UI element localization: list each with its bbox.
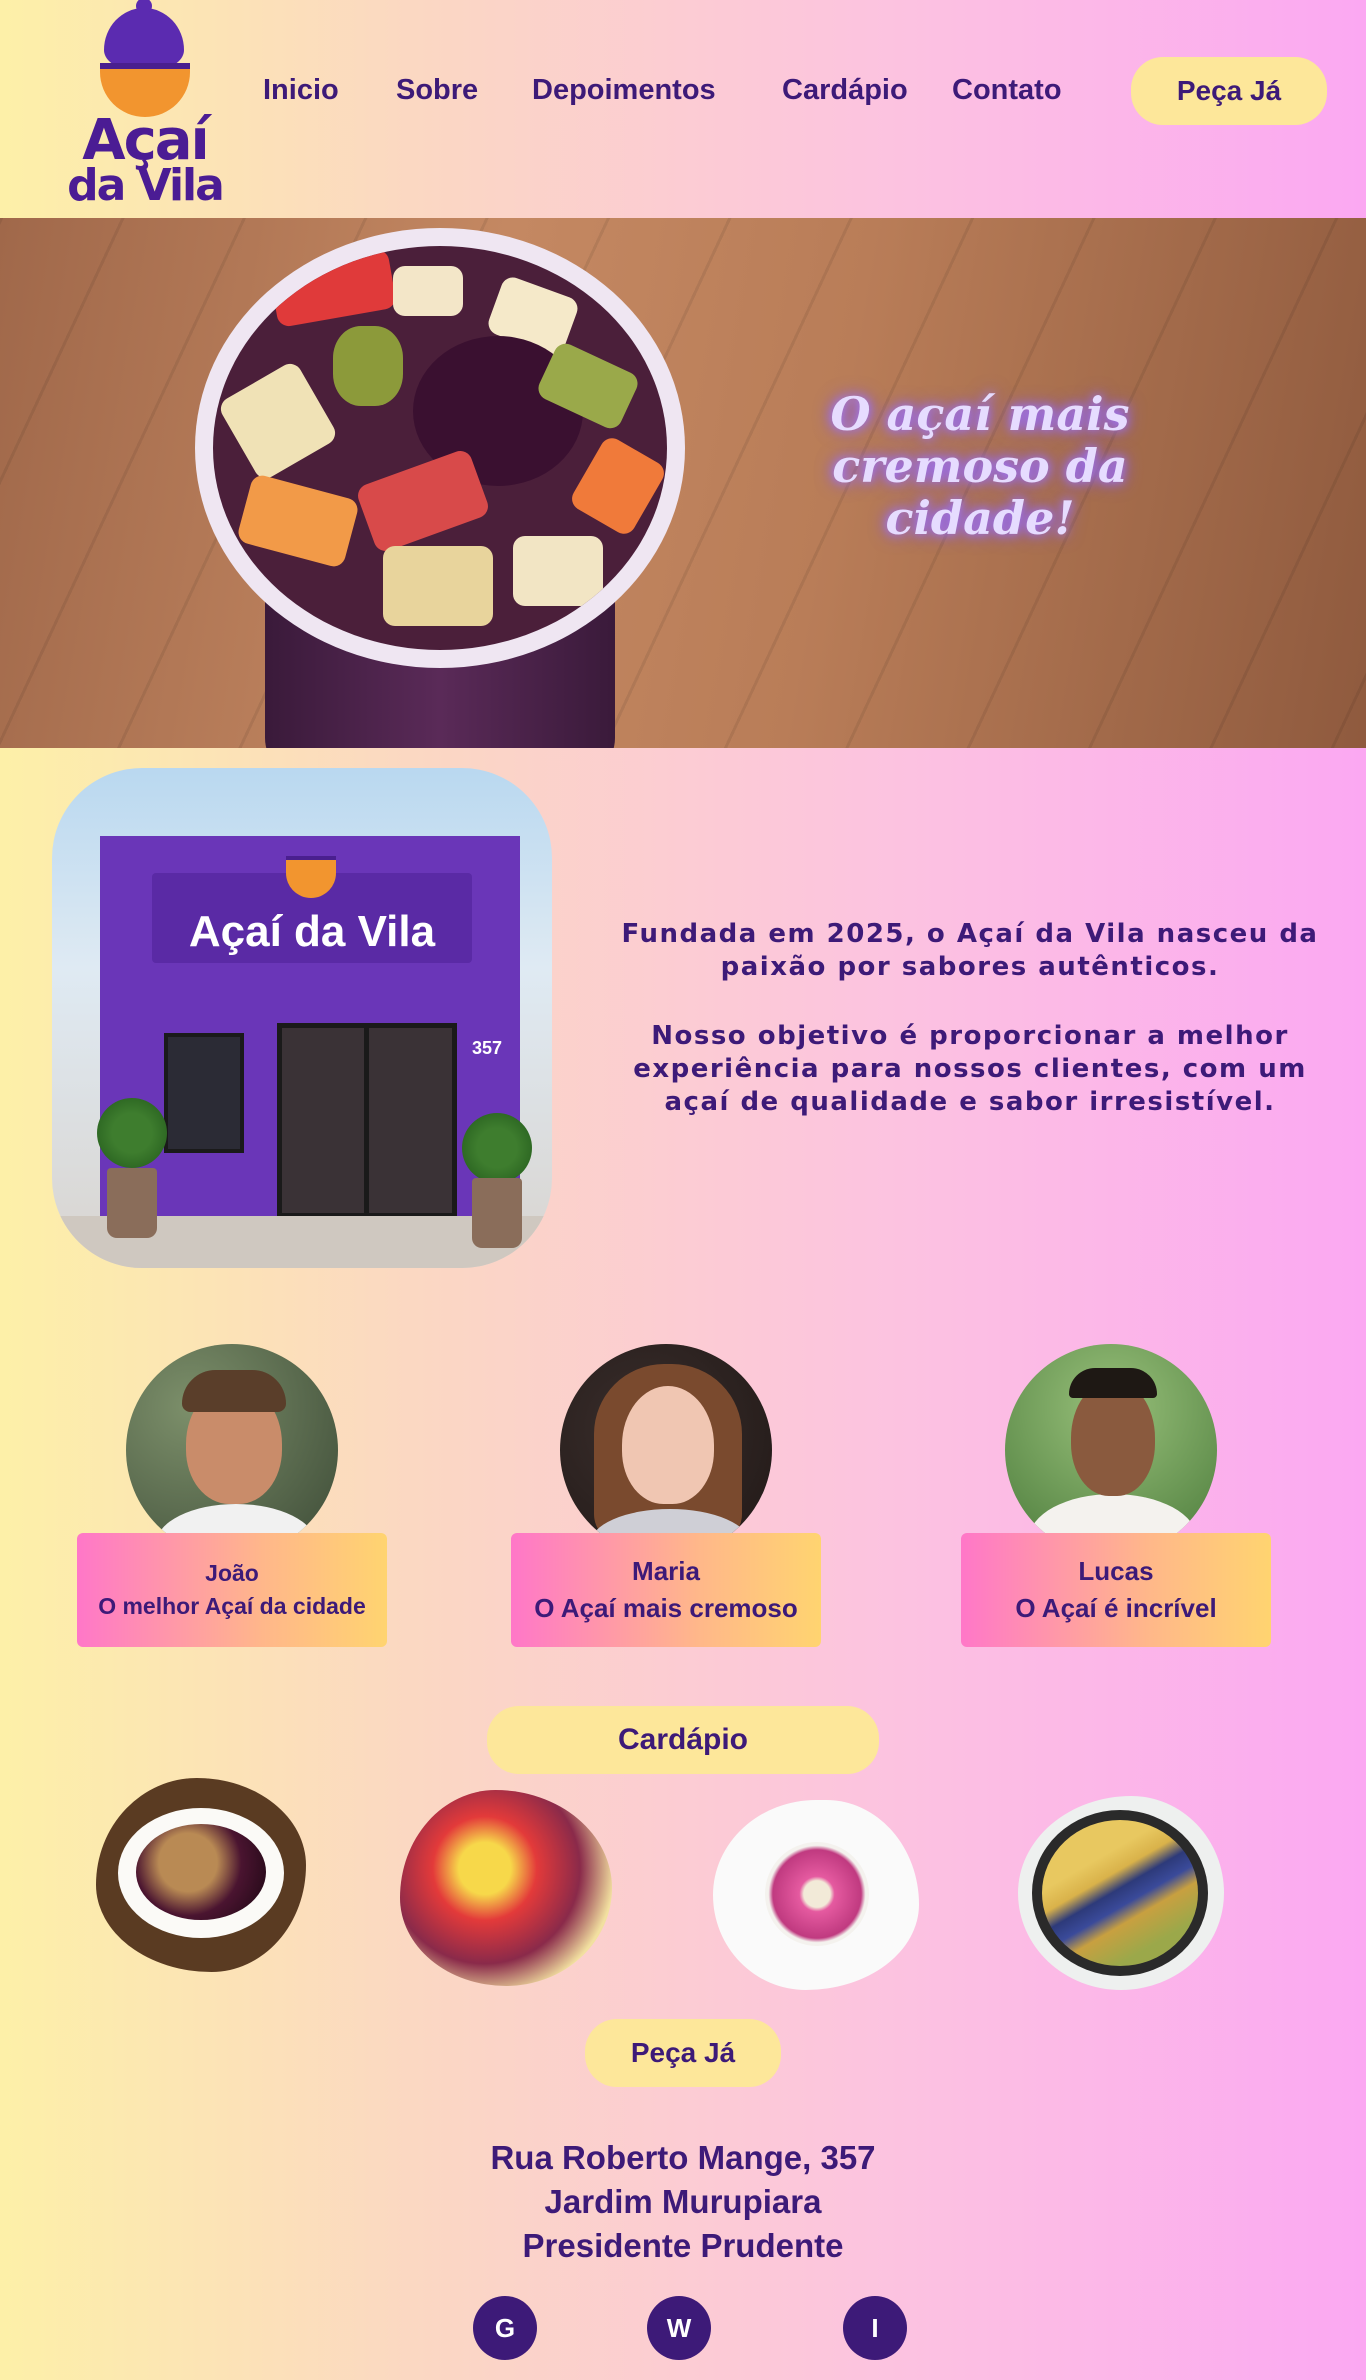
acai-cup-image [195, 228, 685, 748]
about-section-text: Fundada em 2025, o Açaí da Vila nasceu d… [600, 918, 1340, 1155]
testimonial-card-joao: João O melhor Açaí da cidade [77, 1533, 387, 1647]
menu-item-banana-blueberry-bowl[interactable] [1018, 1796, 1224, 1990]
hero-tagline: O açaí mais cremoso da cidade! [740, 388, 1220, 544]
avatar-maria [560, 1344, 772, 1556]
about-paragraph-1: Fundada em 2025, o Açaí da Vila nasceu d… [621, 919, 1319, 982]
avatar-lucas [1005, 1344, 1217, 1556]
nav-contato[interactable]: Contato [952, 74, 1062, 107]
testimonial-quote: O Açaí mais cremoso [534, 1593, 798, 1623]
page: Açaí da Vila Inicio Sobre Depoimentos Ca… [0, 0, 1366, 2380]
address-neighborhood: Jardim Murupiara [544, 2183, 822, 2220]
social-w-icon[interactable]: W [647, 2296, 711, 2360]
about-paragraph-2: Nosso objetivo é proporcionar a melhor e… [633, 1021, 1307, 1117]
testimonial-name: Lucas [1078, 1556, 1154, 1586]
storefront-image: Açaí da Vila 357 [52, 768, 552, 1268]
order-now-button-header[interactable]: Peça Já [1131, 57, 1327, 125]
testimonial-quote: O melhor Açaí da cidade [98, 1593, 366, 1619]
nav-cardapio[interactable]: Cardápio [782, 74, 908, 107]
address-street: Rua Roberto Mange, 357 [490, 2139, 876, 2176]
menu-title[interactable]: Cardápio [487, 1706, 879, 1774]
menu-item-granola-bowl[interactable] [96, 1778, 306, 1972]
brand-logo[interactable]: Açaí da Vila [60, 8, 230, 211]
testimonial-quote: O Açaí é incrível [1015, 1593, 1217, 1623]
store-address: Rua Roberto Mange, 357 Jardim Murupiara … [383, 2136, 983, 2268]
social-g-icon[interactable]: G [473, 2296, 537, 2360]
order-now-button-menu[interactable]: Peça Já [585, 2019, 781, 2087]
nav-inicio[interactable]: Inicio [263, 74, 339, 107]
acai-bowl-icon [104, 8, 184, 68]
social-i-icon[interactable]: I [843, 2296, 907, 2360]
testimonial-card-lucas: Lucas O Açaí é incrível [961, 1533, 1271, 1647]
nav-depoimentos[interactable]: Depoimentos [532, 74, 716, 107]
address-city: Presidente Prudente [522, 2227, 844, 2264]
hero-tagline-line2: cremoso da cidade! [832, 439, 1128, 545]
avatar-joao [126, 1344, 338, 1556]
testimonial-card-maria: Maria O Açaí mais cremoso [511, 1533, 821, 1647]
testimonial-name: João [205, 1560, 259, 1586]
nav-sobre[interactable]: Sobre [396, 74, 478, 107]
hero-banner: O açaí mais cremoso da cidade! [0, 218, 1366, 748]
testimonial-name: Maria [632, 1556, 700, 1586]
storefront-number: 357 [472, 1038, 503, 1058]
menu-item-smoothie-bowl[interactable] [713, 1800, 919, 1990]
menu-item-fruit-cups[interactable] [400, 1790, 612, 1986]
hero-tagline-line1: O açaí mais [830, 387, 1130, 441]
logo-text-line2: da Vila [67, 160, 225, 211]
